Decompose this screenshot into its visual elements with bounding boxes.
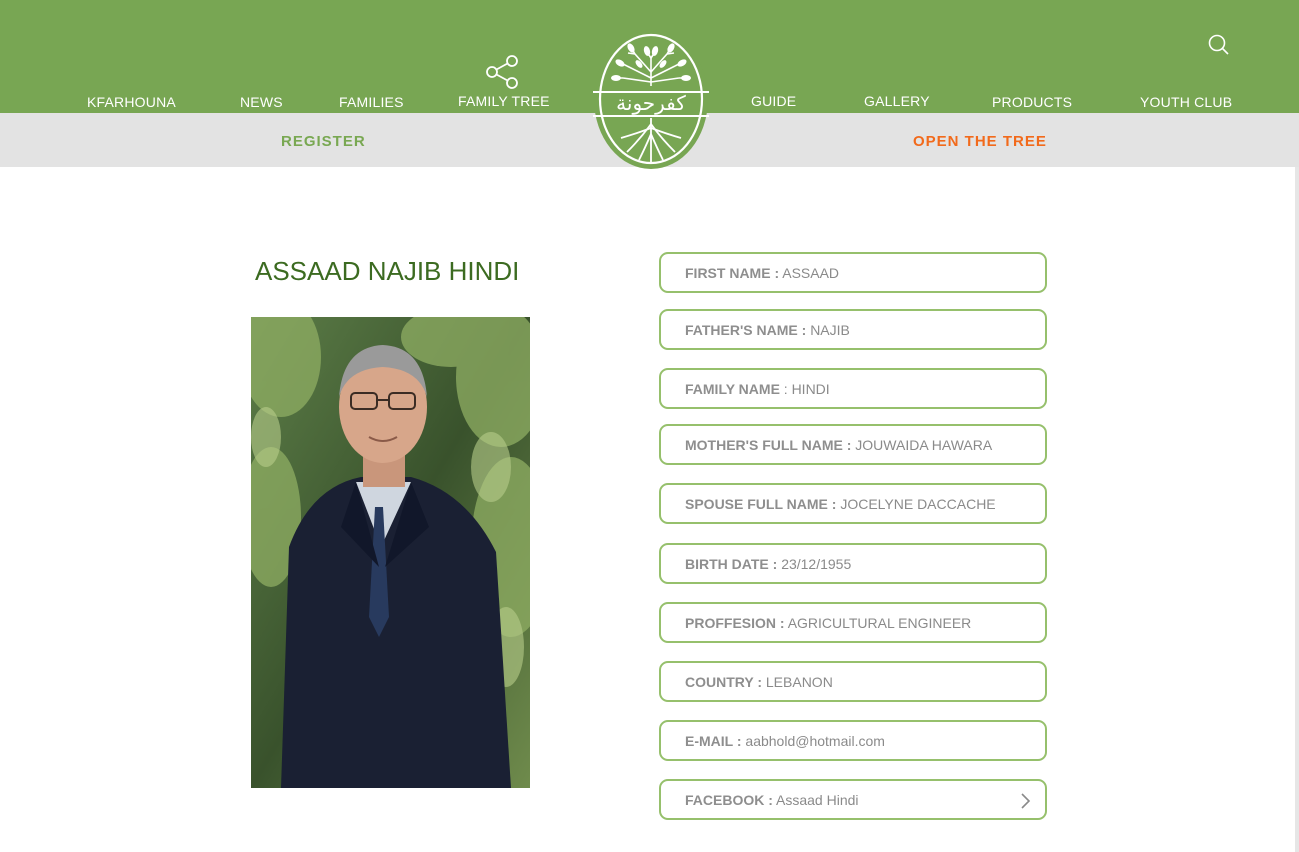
country-value: LEBANON bbox=[765, 674, 833, 690]
first-name-value: ASSAAD bbox=[782, 265, 840, 281]
search-icon[interactable] bbox=[1206, 32, 1232, 58]
scrollbar-track[interactable] bbox=[1295, 167, 1299, 852]
kfarhouna-logo[interactable]: كفرحونة bbox=[593, 28, 709, 170]
portrait-image bbox=[251, 317, 530, 788]
family-name-field[interactable]: FAMILY NAME : HINDI bbox=[659, 368, 1047, 409]
family-name-label: FAMILY NAME bbox=[685, 381, 780, 397]
facebook-label: FACEBOOK : bbox=[685, 792, 773, 808]
profession-value: AGRICULTURAL ENGINEER bbox=[787, 615, 972, 631]
first-name-field[interactable]: FIRST NAME : ASSAAD bbox=[659, 252, 1047, 293]
nav-item-gallery[interactable]: GALLERY bbox=[864, 93, 930, 109]
nav-item-guide[interactable]: GUIDE bbox=[751, 93, 796, 109]
nav-item-kfarhouna[interactable]: KFARHOUNA bbox=[87, 94, 176, 110]
email-label: E-MAIL : bbox=[685, 733, 742, 749]
birth-date-label: BIRTH DATE : bbox=[685, 556, 778, 572]
spouse-full-name-field[interactable]: SPOUSE FULL NAME : JOCELYNE DACCACHE bbox=[659, 483, 1047, 524]
fathers-name-value: NAJIB bbox=[810, 322, 850, 338]
family-name-value: : HINDI bbox=[783, 381, 830, 397]
fathers-name-label: FATHER'S NAME : bbox=[685, 322, 807, 338]
email-field[interactable]: E-MAIL : aabhold@hotmail.com bbox=[659, 720, 1047, 761]
person-photo bbox=[251, 317, 530, 788]
facebook-field[interactable]: FACEBOOK : Assaad Hindi bbox=[659, 779, 1047, 820]
mothers-full-name-label: MOTHER'S FULL NAME : bbox=[685, 437, 852, 453]
nav-item-families[interactable]: FAMILIES bbox=[339, 94, 404, 110]
logo-arabic-text: كفرحونة bbox=[616, 91, 686, 115]
person-full-name: ASSAAD NAJIB HINDI bbox=[255, 256, 520, 286]
birth-date-field[interactable]: BIRTH DATE : 23/12/1955 bbox=[659, 543, 1047, 584]
profession-label: PROFFESION : bbox=[685, 615, 785, 631]
nav-item-products[interactable]: PRODUCTS bbox=[992, 94, 1072, 110]
nav-item-news[interactable]: NEWS bbox=[240, 94, 283, 110]
email-value: aabhold@hotmail.com bbox=[745, 733, 885, 749]
share-icon[interactable] bbox=[484, 54, 522, 90]
tree-logo-icon: كفرحونة bbox=[593, 29, 709, 169]
fathers-name-field[interactable]: FATHER'S NAME : NAJIB bbox=[659, 309, 1047, 350]
open-the-tree-link[interactable]: OPEN THE TREE bbox=[913, 133, 1047, 150]
chevron-right-icon[interactable] bbox=[1019, 792, 1031, 810]
nav-item-family-tree[interactable]: FAMILY TREE bbox=[458, 93, 550, 109]
first-name-label: FIRST NAME : bbox=[685, 265, 780, 281]
facebook-value: Assaad Hindi bbox=[776, 792, 859, 808]
register-link[interactable]: REGISTER bbox=[281, 133, 366, 150]
spouse-full-name-value: JOCELYNE DACCACHE bbox=[840, 496, 996, 512]
profession-field[interactable]: PROFFESION : AGRICULTURAL ENGINEER bbox=[659, 602, 1047, 643]
country-field[interactable]: COUNTRY : LEBANON bbox=[659, 661, 1047, 702]
country-label: COUNTRY : bbox=[685, 674, 762, 690]
nav-item-youth-club[interactable]: YOUTH CLUB bbox=[1140, 94, 1232, 110]
mothers-full-name-value: JOUWAIDA HAWARA bbox=[855, 437, 993, 453]
birth-date-value: 23/12/1955 bbox=[781, 556, 852, 572]
spouse-full-name-label: SPOUSE FULL NAME : bbox=[685, 496, 837, 512]
mothers-full-name-field[interactable]: MOTHER'S FULL NAME : JOUWAIDA HAWARA bbox=[659, 424, 1047, 465]
